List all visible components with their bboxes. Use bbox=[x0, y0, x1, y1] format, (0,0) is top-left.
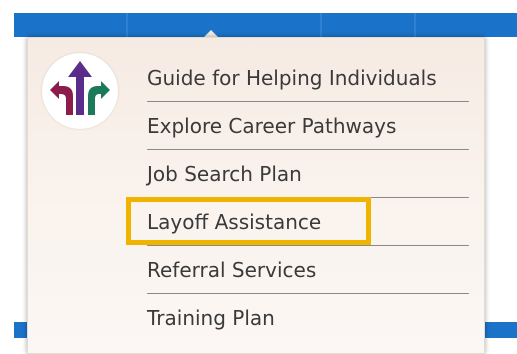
logo-left-arrow bbox=[50, 81, 73, 115]
top-navigation-bar bbox=[14, 13, 517, 37]
menu-item-job-search-plan[interactable]: Job Search Plan bbox=[147, 150, 469, 198]
menu-item-explore-career-pathways[interactable]: Explore Career Pathways bbox=[147, 102, 469, 150]
career-arrows-logo-icon bbox=[42, 53, 118, 129]
logo-right-arrow bbox=[88, 81, 110, 115]
menu-item-guide-for-helping-individuals[interactable]: Guide for Helping Individuals bbox=[147, 54, 469, 102]
dropdown-menu: Guide for Helping Individuals Explore Ca… bbox=[27, 37, 485, 354]
menu-list: Guide for Helping Individuals Explore Ca… bbox=[126, 54, 469, 342]
nav-separator bbox=[320, 13, 322, 37]
nav-separator bbox=[414, 13, 416, 37]
menu-item-training-plan[interactable]: Training Plan bbox=[147, 294, 469, 342]
nav-separator bbox=[126, 13, 128, 37]
nav-bar-edge-right bbox=[483, 322, 517, 338]
menu-item-referral-services[interactable]: Referral Services bbox=[147, 246, 469, 294]
menu-item-layoff-assistance[interactable]: Layoff Assistance bbox=[126, 197, 469, 246]
